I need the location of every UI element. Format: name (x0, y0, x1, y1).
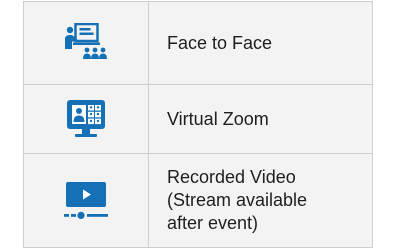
video-conference-monitor-icon (64, 98, 108, 140)
delivery-option-label: Recorded Video (Stream available after e… (167, 167, 308, 233)
delivery-option-face-to-face: Face to Face (24, 2, 372, 85)
delivery-option-virtual-zoom: Virtual Zoom (24, 85, 372, 154)
delivery-options-table: Face to Face Virtual Zoom Recorded Video… (23, 1, 373, 248)
icon-cell (24, 154, 149, 247)
icon-cell (24, 85, 149, 153)
video-player-icon (62, 181, 110, 221)
delivery-option-recorded-video: Recorded Video (Stream available after e… (24, 154, 372, 247)
icon-cell (24, 2, 149, 84)
delivery-option-label: Virtual Zoom (167, 108, 269, 129)
delivery-option-label: Face to Face (167, 32, 273, 53)
presentation-classroom-icon (63, 23, 109, 63)
